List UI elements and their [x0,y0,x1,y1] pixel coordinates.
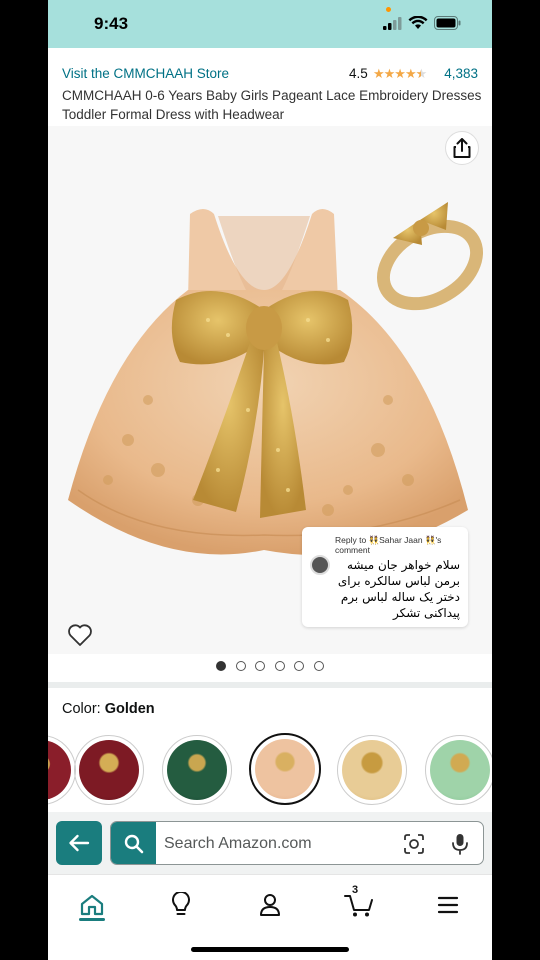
color-swatch[interactable] [425,735,492,805]
selected-color: Golden [104,701,155,717]
active-tab-indicator [79,918,105,921]
nav-cart[interactable]: 3 [339,884,379,923]
right-letterbox [492,0,540,960]
color-swatch[interactable] [337,735,407,805]
image-pagination [216,661,326,673]
search-icon [124,834,143,854]
pagination-dot[interactable] [235,661,246,671]
bottom-navigation: 3 [48,874,492,960]
search-placeholder: Search Amazon.com [164,835,312,852]
headband [376,202,484,311]
search-input[interactable]: Search Amazon.com [110,821,484,865]
lightbulb-icon [172,892,190,915]
color-label: Color: [62,701,101,717]
wishlist-button[interactable] [64,620,96,650]
signal-icon [383,17,402,30]
store-link[interactable]: Visit the CMMCHAAH Store [62,66,229,81]
section-divider [48,682,492,688]
wifi-icon [408,16,428,29]
color-swatch[interactable] [48,735,76,805]
pagination-dot[interactable] [274,661,285,671]
reply-text: سلام خواهر جان میشه برمن لباس سالکره برا… [337,558,460,620]
hamburger-menu-icon [437,896,459,914]
reply-comment-bubble: Reply to 👯Sahar Jaan 👯's comment سلام خو… [302,527,468,627]
pagination-dot[interactable] [216,661,226,671]
mic-in-use-indicator [386,7,391,12]
pagination-dot[interactable] [294,661,304,671]
rating-count-link[interactable]: 4,383 [444,66,478,81]
microphone-icon[interactable] [451,833,469,855]
status-time: 9:43 [94,14,129,33]
left-letterbox [0,0,48,960]
share-icon [453,138,471,158]
color-selection-label: Color: Golden [62,701,155,717]
color-swatch-selected[interactable] [249,733,321,805]
nav-account[interactable] [250,887,290,923]
color-swatch[interactable] [74,735,144,805]
nav-menu[interactable] [428,887,468,923]
home-icon [80,894,104,916]
home-indicator[interactable] [191,947,349,952]
avatar [310,555,330,575]
heart-icon [68,624,92,646]
rating-value: 4.5 [349,66,368,81]
battery-icon [434,16,461,30]
person-icon [260,894,280,916]
cart-count-badge: 3 [352,884,359,896]
camera-search-icon[interactable] [403,833,425,855]
app-screen: 9:43 Visit the CMMCHAAH Store 4.5 ★★★★★★… [48,0,492,960]
search-button[interactable] [111,822,156,864]
color-swatches [48,731,492,809]
cart-icon [344,895,373,917]
color-swatch[interactable] [162,735,232,805]
back-arrow-icon [69,834,90,852]
search-bar: Search Amazon.com [48,812,492,874]
status-bar: 9:43 [48,0,492,48]
share-button[interactable] [445,131,479,165]
store-rating-row: Visit the CMMCHAAH Store 4.5 ★★★★★★ 4,38… [62,66,478,86]
product-title: CMMCHAAH 0-6 Years Baby Girls Pageant La… [62,88,482,122]
nav-inspire[interactable] [161,887,201,923]
reply-header: Reply to 👯Sahar Jaan 👯's comment [335,535,442,555]
rating-stars-icon[interactable]: ★★★★★★ [373,66,427,82]
back-button[interactable] [56,821,102,865]
pagination-dot[interactable] [313,661,324,671]
pagination-dot[interactable] [255,661,265,671]
